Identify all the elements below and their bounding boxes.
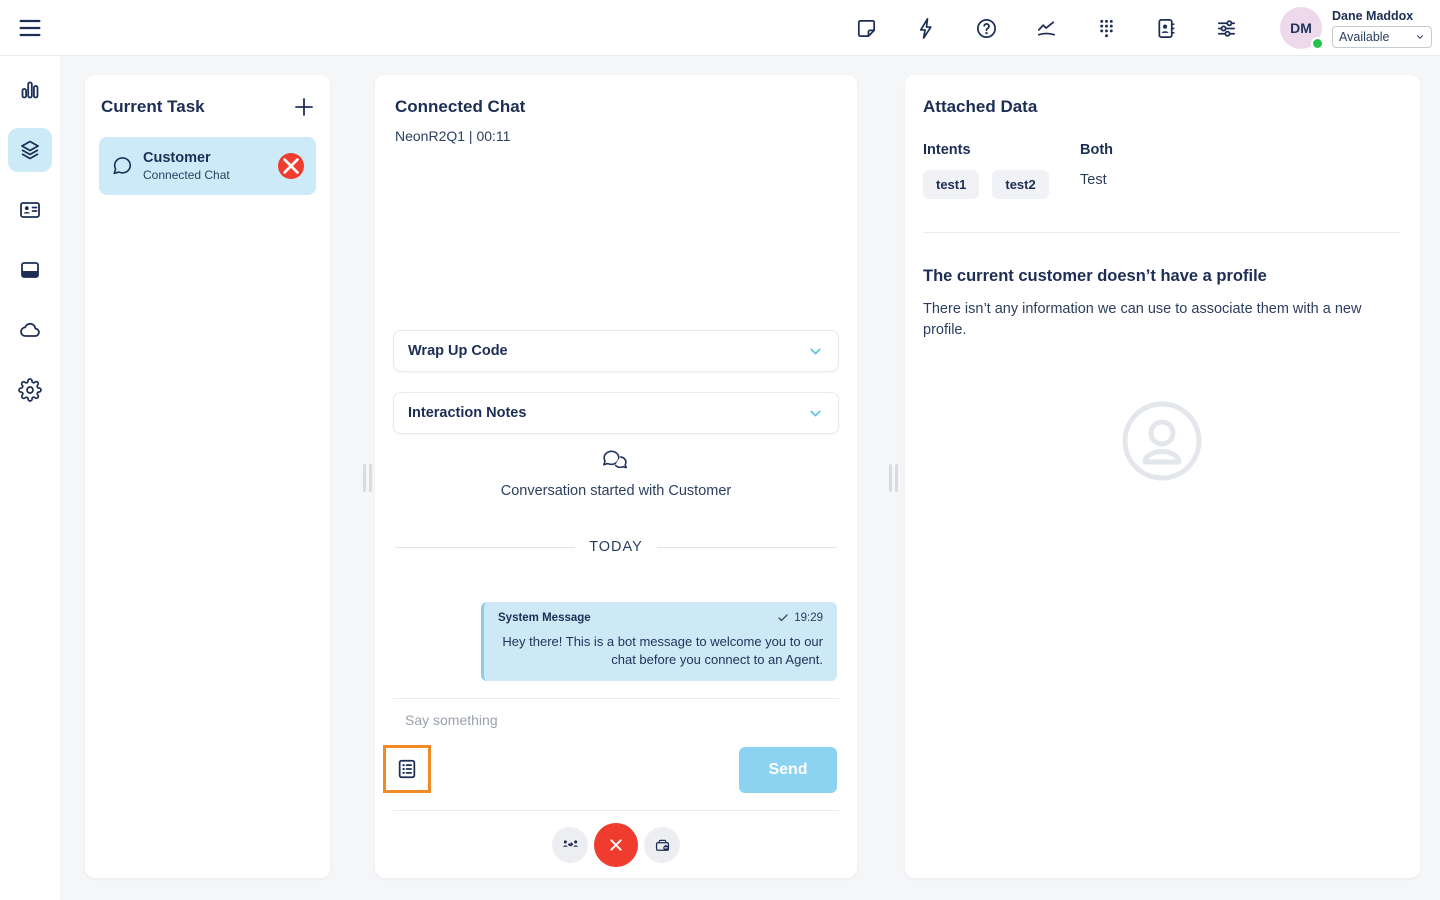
close-icon <box>610 839 622 851</box>
chat-actions <box>375 823 857 867</box>
delivered-check-icon <box>778 614 788 622</box>
divider-line <box>656 546 837 548</box>
wrap-up-icon <box>655 839 669 851</box>
current-task-title: Current Task <box>101 97 205 116</box>
close-icon <box>283 158 299 174</box>
sidebar-item-settings[interactable] <box>8 368 52 412</box>
intent-chip: test2 <box>992 170 1049 199</box>
sidebar-item-cloud[interactable] <box>8 308 52 352</box>
chat-panel: Connected Chat NeonR2Q1 | 00:11 Wrap Up … <box>375 75 857 878</box>
divider <box>393 698 839 699</box>
task-name: Customer <box>143 150 211 166</box>
system-message-bubble: System Message 19:29 Hey there! This is … <box>481 602 837 682</box>
left-rail <box>0 56 60 900</box>
status-dot <box>1311 37 1324 50</box>
task-texts: Customer Connected Chat <box>143 150 268 182</box>
gear-icon <box>18 378 42 402</box>
wrap-up-code-dropdown[interactable]: Wrap Up Code <box>393 330 839 372</box>
note-icon[interactable] <box>846 8 886 48</box>
end-task-button[interactable] <box>278 153 304 179</box>
wrap-up-button[interactable] <box>644 827 680 863</box>
task-card-customer[interactable]: Customer Connected Chat <box>99 137 316 195</box>
conversation-icon <box>602 450 628 469</box>
attached-data-title: Attached Data <box>923 97 1038 116</box>
both-label: Both <box>1080 142 1114 158</box>
transfer-button[interactable] <box>552 827 588 863</box>
contact-card-icon <box>20 202 40 218</box>
user-meta: Dane Maddox Available <box>1332 9 1432 48</box>
no-profile-title: The current customer doesn’t have a prof… <box>923 267 1267 285</box>
status-select[interactable]: Available <box>1332 25 1432 48</box>
window-icon <box>21 262 39 278</box>
user-block: DM Dane Maddox Available <box>1266 7 1432 50</box>
help-icon[interactable] <box>966 8 1006 48</box>
preferences-icon[interactable] <box>1206 8 1246 48</box>
topbar-actions: DM Dane Maddox Available <box>846 0 1432 56</box>
day-divider: TODAY <box>395 539 837 555</box>
transfer-icon <box>562 839 578 847</box>
chat-bubble-icon <box>113 157 132 175</box>
send-button[interactable]: Send <box>739 747 837 793</box>
canned-responses-icon <box>398 759 416 779</box>
sidebar-item-apps[interactable] <box>8 248 52 292</box>
add-task-button[interactable] <box>292 95 316 119</box>
top-bar: DM Dane Maddox Available <box>0 0 1440 56</box>
divider <box>923 232 1401 233</box>
chevron-down-icon <box>1417 34 1423 39</box>
intent-chip: test1 <box>923 170 980 199</box>
canned-responses-button[interactable] <box>383 745 431 793</box>
message-meta: 19:29 <box>777 612 823 624</box>
status-value: Available <box>1339 29 1390 44</box>
contacts-icon[interactable] <box>1146 8 1186 48</box>
panel-resize-handle[interactable] <box>363 464 373 492</box>
avatar[interactable]: DM <box>1280 7 1324 50</box>
sidebar-item-activity[interactable] <box>8 68 52 112</box>
both-value: Test <box>1080 172 1107 188</box>
end-chat-button[interactable] <box>594 823 638 867</box>
conversation-start-block: Conversation started with Customer <box>375 447 857 499</box>
user-name: Dane Maddox <box>1332 8 1414 23</box>
panel-resize-handle[interactable] <box>889 464 899 492</box>
divider <box>393 810 839 811</box>
message-time: 19:29 <box>794 612 823 624</box>
message-sender: System Message <box>498 612 591 624</box>
plus-icon <box>295 98 313 116</box>
chevron-down-icon <box>810 348 821 354</box>
current-task-panel: Current Task Customer Connected Chat <box>85 75 330 878</box>
dialpad-icon[interactable] <box>1086 8 1126 48</box>
layers-icon <box>21 140 39 160</box>
chat-session-info: NeonR2Q1 | 00:11 <box>395 128 511 144</box>
no-profile-text: There isn’t any information we can use t… <box>923 301 1362 339</box>
task-type: Connected Chat <box>143 168 230 182</box>
menu-icon[interactable] <box>16 14 44 42</box>
sidebar-item-contact-card[interactable] <box>8 188 52 232</box>
message-text: Hey there! This is a bot message to welc… <box>502 634 823 667</box>
profile-placeholder-icon <box>1122 401 1202 481</box>
quick-actions-icon[interactable] <box>906 8 946 48</box>
performance-icon[interactable] <box>1026 8 1066 48</box>
chat-title: Connected Chat <box>395 97 526 116</box>
agent-desktop: DM Dane Maddox Available Current Task Cu… <box>0 0 1440 900</box>
chat-message-input[interactable] <box>405 707 805 733</box>
day-divider-label: TODAY <box>589 539 643 555</box>
attached-data-panel: Attached Data Intents Both test1 test2 T… <box>905 75 1420 878</box>
intent-chips: test1 test2 <box>923 170 1049 199</box>
interaction-notes-dropdown[interactable]: Interaction Notes <box>393 392 839 434</box>
intents-label: Intents <box>923 142 971 158</box>
bar-chart-icon <box>21 81 39 99</box>
sidebar-item-interactions[interactable] <box>8 128 52 172</box>
cloud-icon <box>20 322 40 337</box>
interaction-notes-label: Interaction Notes <box>408 405 527 421</box>
chevron-down-icon <box>810 410 821 416</box>
wrap-up-code-label: Wrap Up Code <box>408 343 508 359</box>
conversation-started-text: Conversation started with Customer <box>500 483 732 499</box>
divider-line <box>395 546 576 548</box>
avatar-initials: DM <box>1290 20 1312 36</box>
